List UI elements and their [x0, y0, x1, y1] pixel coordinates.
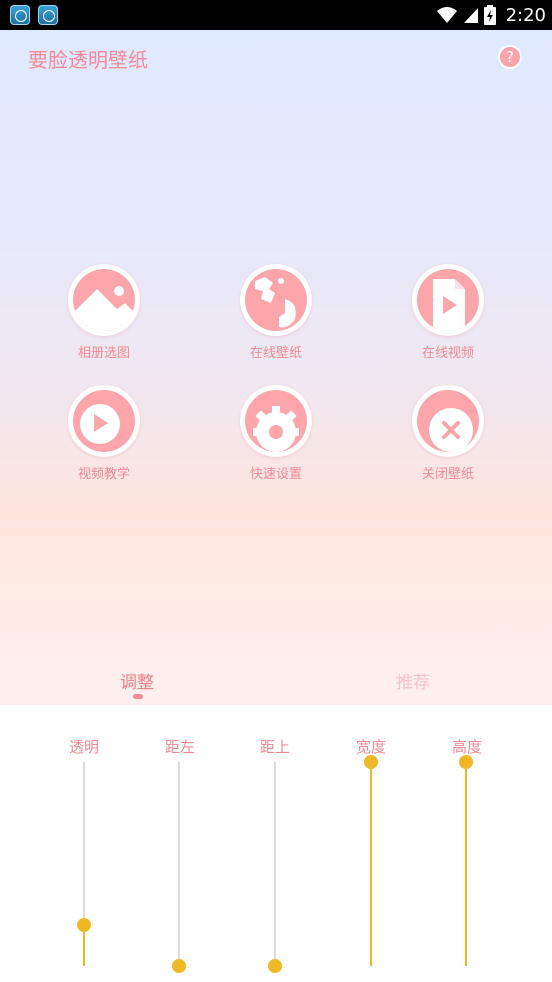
- slider-thumb[interactable]: [268, 959, 282, 973]
- play-icon: [80, 404, 120, 444]
- close-icon: [429, 408, 473, 452]
- gear-icon: [253, 406, 299, 452]
- slider-track[interactable]: [274, 762, 276, 966]
- slider-label-opacity: 透明: [68, 738, 99, 756]
- video-file-icon: [433, 279, 465, 331]
- grid-item-label: 关闭壁纸: [421, 467, 474, 482]
- slider-fill: [465, 762, 467, 966]
- wifi-icon: [436, 7, 457, 23]
- help-icon[interactable]: ?: [498, 45, 522, 69]
- slider-thumb[interactable]: [77, 918, 91, 933]
- slider-fill: [370, 762, 372, 966]
- online-wallpaper-button[interactable]: [240, 264, 312, 336]
- slider-track[interactable]: [83, 762, 85, 926]
- online-video-button[interactable]: [412, 264, 484, 336]
- battery-icon: [483, 5, 496, 25]
- grid-item-online-wallpaper[interactable]: 在线壁纸: [206, 264, 346, 361]
- grid-item-album[interactable]: 相册选图: [34, 264, 174, 361]
- grid-item-quick-settings[interactable]: 快速设置: [206, 385, 346, 482]
- globe-icon: [255, 277, 296, 328]
- app-notification-icon: [38, 5, 58, 25]
- tab-indicator: [133, 694, 143, 699]
- slider-thumb[interactable]: [459, 755, 473, 769]
- quick-settings-button[interactable]: [240, 385, 312, 457]
- app-title: 要脸透明壁纸: [28, 48, 148, 72]
- tab-adjust[interactable]: 调整: [120, 668, 154, 693]
- status-bar: 2:20: [0, 0, 552, 30]
- grid-item-label: 在线壁纸: [249, 346, 302, 361]
- status-time: 2:20: [505, 4, 546, 26]
- grid-item-label: 视频教学: [77, 467, 130, 482]
- grid-item-label: 快速设置: [249, 467, 302, 482]
- slider-track[interactable]: [178, 762, 180, 966]
- slider-thumb[interactable]: [364, 755, 378, 769]
- video-tutorial-button[interactable]: [68, 385, 140, 457]
- album-button[interactable]: [68, 264, 140, 336]
- slider-panel: 透明 距左 距上 宽度 高度: [0, 705, 552, 982]
- grid-item-label: 相册选图: [77, 346, 130, 361]
- signal-icon: [463, 8, 478, 23]
- slider-label-width: 宽度: [355, 738, 386, 756]
- main-area: [0, 30, 552, 705]
- close-wallpaper-button[interactable]: [412, 385, 484, 457]
- tab-bar: 调整 推荐: [0, 660, 552, 705]
- app-notification-icon: [10, 5, 30, 25]
- grid-item-close-wallpaper[interactable]: 关闭壁纸: [378, 385, 518, 482]
- slider-label-left: 距左: [164, 738, 195, 756]
- grid-item-online-video[interactable]: 在线视频: [378, 264, 518, 361]
- slider-thumb[interactable]: [172, 959, 186, 973]
- slider-label-height: 高度: [451, 738, 482, 756]
- grid-item-label: 在线视频: [421, 346, 474, 361]
- grid-item-video-tutorial[interactable]: 视频教学: [34, 385, 174, 482]
- tab-recommend[interactable]: 推荐: [396, 668, 430, 693]
- slider-label-top: 距上: [259, 738, 290, 756]
- image-icon: [73, 286, 135, 331]
